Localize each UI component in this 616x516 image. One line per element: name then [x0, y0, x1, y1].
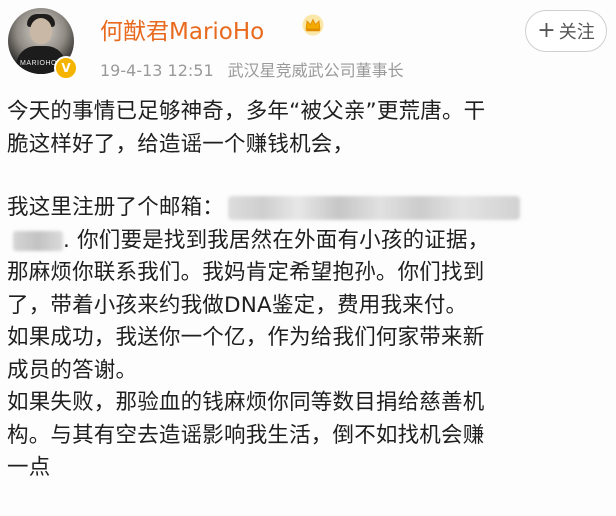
post-line: 了，带着小孩来约我做DNA鉴定，费用我来付。 [7, 292, 468, 318]
post-meta: 19-4-13 12:51 武汉星竞威武公司董事长 [100, 57, 418, 81]
avatar-face [30, 18, 52, 44]
post-line-text: 我这里注册了个邮箱： [7, 195, 225, 220]
verified-badge-icon: V [54, 56, 78, 80]
post-line: 如果失败，那验血的钱麻烦你同等数目捐给慈善机 [7, 390, 485, 415]
post-line: 一点 [7, 455, 51, 480]
follow-button[interactable]: + 关注 [525, 10, 607, 52]
post-line: 如果成功，我送你一个亿，作为给我们何家带来新 [7, 325, 485, 350]
post-line: 构。与其有空去造谣影响我生活，倒不如找机会赚 [7, 422, 485, 448]
post-line: 脆这样好了，给造谣一个赚钱机会， [7, 131, 355, 157]
post-line-text: . 你们要是找到我居然在外面有小孩的证据， [63, 227, 490, 253]
follow-label: 关注 [558, 22, 595, 43]
weibo-post: MARIOHO V 何猷君MarioHo 19-4-13 12:51 武汉星竞威武… [0, 0, 616, 516]
post-line: 今天的事情已足够神奇，多年“被父亲”更荒唐。干 [7, 99, 486, 124]
post-source: 武汉星竞威武公司董事长 [227, 61, 404, 80]
post-line-email-cont: . 你们要是找到我居然在外面有小孩的证据， [7, 225, 612, 258]
avatar-caption: MARIOHO [20, 60, 57, 67]
author-name[interactable]: 何猷君MarioHo [100, 12, 264, 46]
plus-icon: + [537, 18, 556, 43]
post-line: 那麻烦你联系我们。我妈肯定希望抱孙。你们找到 [7, 260, 485, 285]
blurred-domain [13, 230, 63, 251]
post-time: 19-4-13 12:51 [100, 61, 214, 80]
post-body: 今天的事情已足够神奇，多年“被父亲”更荒唐。干 脆这样好了，给造谣一个赚钱机会，… [7, 96, 612, 485]
post-line: 成员的答谢。 [7, 357, 138, 383]
crown-icon [302, 14, 324, 36]
post-line-email: 我这里注册了个邮箱： [7, 192, 612, 225]
blurred-email [228, 196, 521, 220]
